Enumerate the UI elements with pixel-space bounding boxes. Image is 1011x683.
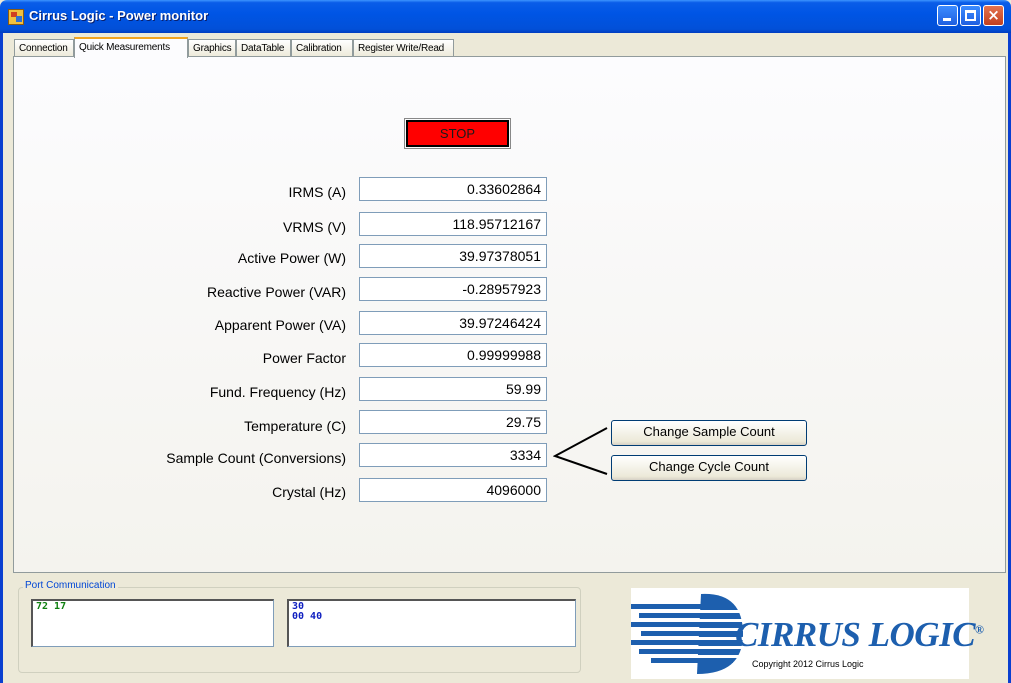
tab-datatable[interactable]: DataTable	[236, 39, 291, 57]
apparent-power-field[interactable]: 39.97246424	[359, 311, 547, 335]
cirrus-logic-logo: CIRRUS LOGIC® Copyright 2012 Cirrus Logi…	[631, 588, 984, 679]
power-factor-field[interactable]: 0.99999988	[359, 343, 547, 367]
fund-frequency-label: Fund. Frequency (Hz)	[209, 384, 346, 400]
minimize-button[interactable]	[937, 5, 958, 26]
tab-register-write-read[interactable]: Register Write/Read	[353, 39, 454, 57]
cirrus-logo-icon	[631, 593, 751, 674]
tab-calibration[interactable]: Calibration	[291, 39, 353, 57]
port-communication-group: Port Communication 72 17 30 00 40	[18, 580, 581, 673]
logo-brand-text: CIRRUS LOGIC®	[735, 615, 984, 654]
port-tx-textbox[interactable]: 72 17	[31, 599, 274, 647]
port-tx-text: 72 17	[36, 601, 67, 612]
tab-quick-measurements[interactable]: Quick Measurements	[74, 37, 188, 58]
irms-field[interactable]: 0.33602864	[359, 177, 547, 201]
sample-count-label: Sample Count (Conversions)	[166, 450, 346, 466]
vrms-field[interactable]: 118.95712167	[359, 212, 547, 236]
title-bar[interactable]: Cirrus Logic - Power monitor ×	[0, 0, 1011, 33]
reactive-power-label: Reactive Power (VAR)	[206, 284, 346, 300]
maximize-button[interactable]	[960, 5, 981, 26]
app-icon	[8, 9, 24, 25]
crystal-label: Crystal (Hz)	[272, 484, 346, 500]
change-sample-count-button[interactable]: Change Sample Count	[611, 420, 807, 446]
tab-connection[interactable]: Connection	[14, 39, 74, 57]
port-rx-textbox[interactable]: 30 00 40	[287, 599, 576, 647]
irms-label: IRMS (A)	[288, 184, 346, 200]
change-cycle-count-button[interactable]: Change Cycle Count	[611, 455, 807, 481]
power-factor-label: Power Factor	[262, 350, 346, 366]
minimize-icon	[943, 18, 951, 21]
temperature-field[interactable]: 29.75	[359, 410, 547, 434]
temperature-label: Temperature (C)	[244, 418, 346, 434]
reactive-power-field[interactable]: -0.28957923	[359, 277, 547, 301]
window-title: Cirrus Logic - Power monitor	[29, 8, 209, 23]
sample-count-field[interactable]: 3334	[359, 443, 547, 467]
fund-frequency-field[interactable]: 59.99	[359, 377, 547, 401]
stop-button[interactable]: STOP	[404, 118, 511, 149]
close-button[interactable]: ×	[983, 5, 1004, 26]
active-power-label: Active Power (W)	[237, 250, 346, 266]
active-power-field[interactable]: 39.97378051	[359, 244, 547, 268]
port-rx-line: 00 40	[292, 611, 323, 622]
pointer-arrow	[553, 427, 608, 475]
tab-graphics[interactable]: Graphics	[188, 39, 236, 57]
maximize-icon	[965, 10, 976, 21]
apparent-power-label: Apparent Power (VA)	[214, 317, 346, 333]
logo-copyright: Copyright 2012 Cirrus Logic	[752, 659, 864, 669]
crystal-field[interactable]: 4096000	[359, 478, 547, 502]
port-rx-line: 30	[292, 601, 305, 612]
port-communication-legend: Port Communication	[23, 580, 118, 591]
close-icon: ×	[987, 6, 1000, 24]
vrms-label: VRMS (V)	[283, 219, 346, 235]
